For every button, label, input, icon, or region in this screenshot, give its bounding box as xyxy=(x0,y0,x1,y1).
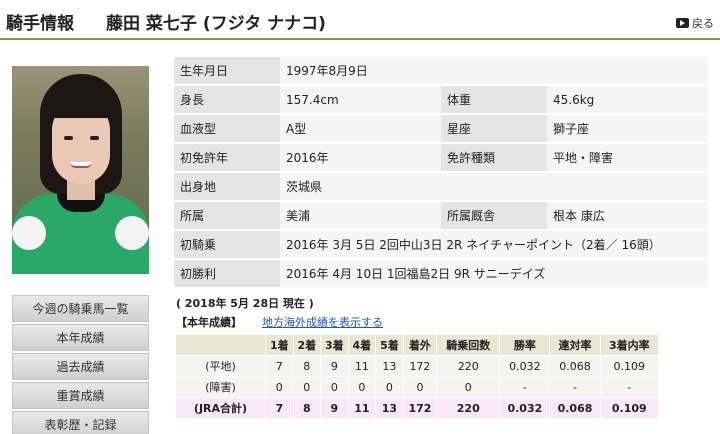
sign-label: 星座 xyxy=(441,115,547,143)
birthplace-value: 茨城県 xyxy=(280,173,708,201)
birthplace-label: 出身地 xyxy=(174,173,280,201)
profile-row: 所属 美浦 所属厩舎 根本 康広 xyxy=(174,202,708,230)
table-cell: - xyxy=(549,376,601,398)
affiliation-label: 所属 xyxy=(174,202,280,230)
nav-awards[interactable]: 表彰歴・記録 xyxy=(12,411,149,434)
side-nav: 今週の騎乗馬一覧 本年成績 過去成績 重賞成績 表彰歴・記録 xyxy=(12,295,149,434)
table-cell: 0 xyxy=(320,376,349,398)
table-cell: 8 xyxy=(292,397,322,419)
first-ride-label: 初騎乗 xyxy=(174,231,280,259)
profile-row: 生年月日 1997年8月9日 xyxy=(174,57,708,85)
birth-label: 生年月日 xyxy=(174,57,280,85)
table-cell: 0 xyxy=(402,376,438,398)
table-cell: 0 xyxy=(347,376,377,398)
profile-row: 初勝利 2016年 4月 10日 1回福島2日 9R サニーデイズ xyxy=(174,260,708,288)
table-cell: 172 xyxy=(402,355,438,377)
table-cell: 13 xyxy=(375,397,404,419)
profile-row: 初騎乗 2016年 3月 5日 2回中山3日 2R ネイチャーポイント（2着／ … xyxy=(174,231,708,259)
profile-row: 出身地 茨城県 xyxy=(174,173,708,201)
weight-value: 45.6kg xyxy=(547,86,708,114)
table-cell: 0.068 xyxy=(549,397,601,419)
stats-subheader: 【本年成績】 地方海外成績を表示する xyxy=(176,314,383,330)
license-year-value: 2016年 xyxy=(280,144,441,172)
first-ride-value: 2016年 3月 5日 2回中山3日 2R ネイチャーポイント（2着／ 16頭） xyxy=(280,231,708,259)
table-row: (平地) 7 8 9 11 13 172 220 0.032 0.068 0.1… xyxy=(175,355,660,377)
table-cell: 11 xyxy=(347,397,377,419)
stable-label: 所属厩舎 xyxy=(441,202,547,230)
table-cell: 7 xyxy=(265,355,294,377)
col-header: 連対率 xyxy=(549,334,601,356)
col-header xyxy=(175,334,266,356)
license-year-label: 初免許年 xyxy=(174,144,280,172)
table-cell: 13 xyxy=(375,355,404,377)
affiliation-value: 美浦 xyxy=(280,202,441,230)
jockey-photo xyxy=(12,66,149,274)
table-cell: - xyxy=(599,376,660,398)
jockey-name: 藤田 菜七子 (フジタ ナナコ) xyxy=(106,14,326,34)
blood-label: 血液型 xyxy=(174,115,280,143)
col-header: 5着 xyxy=(375,334,404,356)
back-icon xyxy=(676,18,689,28)
table-cell: 0.032 xyxy=(499,397,551,419)
sign-value: 獅子座 xyxy=(547,115,708,143)
nav-graded-results[interactable]: 重賞成績 xyxy=(12,382,149,409)
table-cell: 0.032 xyxy=(499,355,551,377)
table-cell: 0 xyxy=(375,376,404,398)
table-cell: 172 xyxy=(402,397,438,419)
profile-table: 生年月日 1997年8月9日 身長 157.4cm 体重 45.6kg 血液型 … xyxy=(174,56,708,289)
stable-value: 根本 康広 xyxy=(547,202,708,230)
local-results-link[interactable]: 地方海外成績を表示する xyxy=(262,314,383,330)
row-label: (JRA合計) xyxy=(175,397,266,419)
license-type-label: 免許種類 xyxy=(441,144,547,172)
weight-label: 体重 xyxy=(441,86,547,114)
col-header: 着外 xyxy=(402,334,438,356)
table-cell: 8 xyxy=(292,355,322,377)
page-header: 騎手情報 藤田 菜七子 (フジタ ナナコ) 戻る xyxy=(0,0,720,40)
table-row: (障害) 0 0 0 0 0 0 0 - - - xyxy=(175,376,660,398)
table-cell: 0.068 xyxy=(549,355,601,377)
col-header: 3着 xyxy=(320,334,349,356)
table-cell: 0.109 xyxy=(599,397,660,419)
nav-past-results[interactable]: 過去成績 xyxy=(12,353,149,380)
table-cell: 9 xyxy=(320,397,349,419)
table-cell: 0 xyxy=(436,376,501,398)
table-cell: 0.109 xyxy=(599,355,660,377)
table-cell: 11 xyxy=(347,355,377,377)
profile-row: 血液型 A型 星座 獅子座 xyxy=(174,115,708,143)
profile-row: 身長 157.4cm 体重 45.6kg xyxy=(174,86,708,114)
back-label: 戻る xyxy=(692,17,714,30)
page-title: 騎手情報 xyxy=(6,14,74,34)
stats-header-row: 1着 2着 3着 4着 5着 着外 騎乗回数 勝率 連対率 3着内率 xyxy=(175,334,660,356)
table-cell: 0 xyxy=(265,376,294,398)
col-header: 3着内率 xyxy=(599,334,660,356)
row-label: (平地) xyxy=(175,355,266,377)
nav-this-year[interactable]: 本年成績 xyxy=(12,324,149,351)
nav-weekly-rides[interactable]: 今週の騎乗馬一覧 xyxy=(12,295,149,322)
table-cell: 220 xyxy=(436,397,501,419)
back-button[interactable]: 戻る xyxy=(676,15,714,31)
table-cell: 0 xyxy=(292,376,322,398)
table-row-total: (JRA合計) 7 8 9 11 13 172 220 0.032 0.068 … xyxy=(175,397,660,419)
col-header: 2着 xyxy=(292,334,322,356)
profile-row: 初免許年 2016年 免許種類 平地・障害 xyxy=(174,144,708,172)
height-value: 157.4cm xyxy=(280,86,441,114)
first-win-value: 2016年 4月 10日 1回福島2日 9R サニーデイズ xyxy=(280,260,708,288)
height-label: 身長 xyxy=(174,86,280,114)
table-cell: 220 xyxy=(436,355,501,377)
table-cell: - xyxy=(499,376,551,398)
col-header: 1着 xyxy=(265,334,294,356)
row-label: (障害) xyxy=(175,376,266,398)
table-cell: 7 xyxy=(265,397,294,419)
as-of-date: ( 2018年 5月 28日 現在 ) xyxy=(176,297,314,310)
birth-value: 1997年8月9日 xyxy=(280,57,708,85)
license-type-value: 平地・障害 xyxy=(547,144,708,172)
first-win-label: 初勝利 xyxy=(174,260,280,288)
table-cell: 9 xyxy=(320,355,349,377)
col-header: 騎乗回数 xyxy=(436,334,501,356)
col-header: 勝率 xyxy=(499,334,551,356)
stats-table: 1着 2着 3着 4着 5着 着外 騎乗回数 勝率 連対率 3着内率 (平地) … xyxy=(175,334,660,419)
col-header: 4着 xyxy=(347,334,377,356)
section-label: 【本年成績】 xyxy=(176,316,242,329)
blood-value: A型 xyxy=(280,115,441,143)
